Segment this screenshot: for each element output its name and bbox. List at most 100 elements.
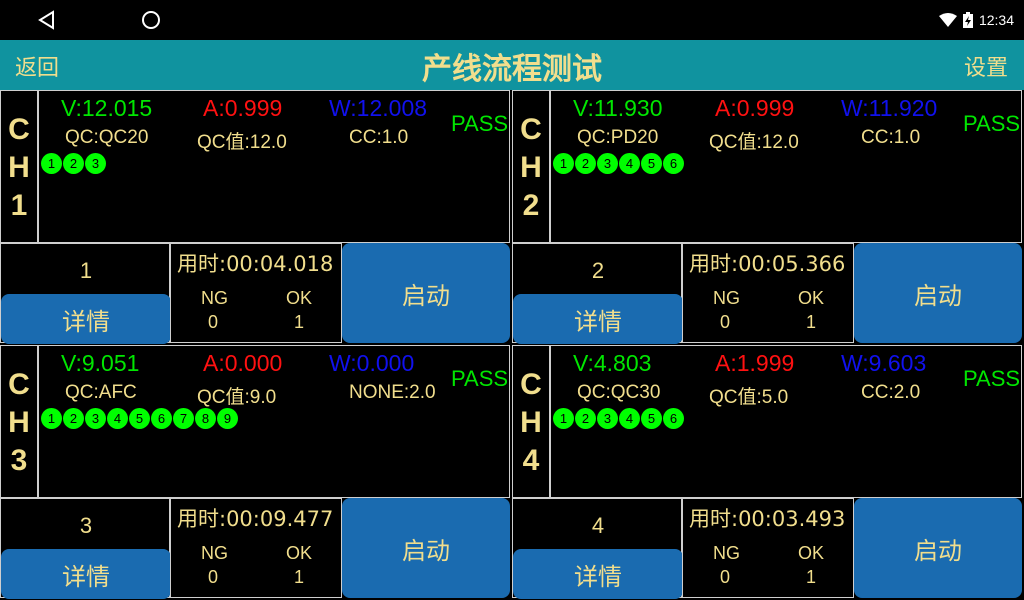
channel-label: CH 4 bbox=[513, 346, 551, 499]
home-nav-icon[interactable] bbox=[141, 10, 161, 30]
channel-label-char: C bbox=[8, 367, 30, 401]
channel-label-char: 3 bbox=[10, 443, 28, 477]
ok-count: 1 bbox=[294, 567, 305, 587]
channel-label-char: C bbox=[520, 112, 542, 146]
channel-label-char: 1 bbox=[10, 188, 28, 222]
channel-panel-4: CH 4 V:4.803 A:1.999 W:9.603 QC:QC30 QC值:… bbox=[512, 345, 1024, 600]
channel-label-char: H bbox=[8, 150, 30, 184]
ok-label: OK bbox=[798, 543, 825, 563]
battery-charging-icon bbox=[962, 12, 973, 28]
ng-label: NG bbox=[201, 288, 228, 308]
power-value: W:12.008 bbox=[329, 95, 428, 121]
step-indicators: 123456 bbox=[553, 153, 684, 174]
channel-controls: 1 详情 用时:00:04.018 NG 0 OK 1 启动 bbox=[0, 243, 512, 345]
ok-label: OK bbox=[286, 288, 313, 308]
step-indicator: 2 bbox=[63, 408, 84, 429]
step-indicator: 1 bbox=[41, 153, 62, 174]
channel-index: 2 bbox=[591, 258, 605, 283]
wifi-icon bbox=[938, 13, 957, 27]
details-button[interactable]: 详情 bbox=[513, 294, 683, 344]
result-status: PASS bbox=[451, 366, 509, 391]
step-indicator: 4 bbox=[107, 408, 128, 429]
settings-button[interactable]: 设置 bbox=[964, 50, 1008, 82]
channel-label-char: H bbox=[520, 405, 542, 439]
voltage-value: V:4.803 bbox=[573, 350, 652, 376]
qc-value: QC值:12.0 bbox=[197, 132, 287, 153]
step-indicator: 4 bbox=[619, 408, 640, 429]
qc-value: QC值:12.0 bbox=[709, 132, 799, 153]
system-status-bar: 12:34 bbox=[0, 0, 1024, 40]
result-status: PASS bbox=[963, 111, 1021, 136]
voltage-value: V:11.930 bbox=[573, 95, 663, 121]
current-value: A:0.999 bbox=[715, 95, 795, 121]
step-indicator: 5 bbox=[641, 153, 662, 174]
step-indicator: 5 bbox=[641, 408, 662, 429]
cc-value: NONE:2.0 bbox=[349, 382, 436, 403]
details-button[interactable]: 详情 bbox=[1, 549, 171, 599]
voltage-value: V:9.051 bbox=[61, 350, 140, 376]
step-indicator: 3 bbox=[597, 408, 618, 429]
channel-label-char: C bbox=[8, 112, 30, 146]
step-indicator: 2 bbox=[575, 153, 596, 174]
step-indicator: 2 bbox=[63, 153, 84, 174]
test-stats: 用时:00:03.493 NG 0 OK 1 bbox=[682, 498, 854, 598]
ng-label: NG bbox=[713, 543, 740, 563]
channel-label: CH 3 bbox=[1, 346, 39, 499]
channel-readings: CH 4 V:4.803 A:1.999 W:9.603 QC:QC30 QC值:… bbox=[512, 345, 1022, 499]
channel-label: CH 1 bbox=[1, 91, 39, 244]
step-indicators: 123456789 bbox=[41, 408, 238, 429]
result-status: PASS bbox=[451, 111, 509, 136]
step-indicators: 123456 bbox=[553, 408, 684, 429]
elapsed-time: 用时:00:03.493 bbox=[689, 507, 846, 531]
current-value: A:1.999 bbox=[715, 350, 795, 376]
step-indicator: 3 bbox=[85, 408, 106, 429]
cc-value: CC:2.0 bbox=[861, 382, 921, 403]
channel-label-char: H bbox=[8, 405, 30, 439]
power-value: W:11.920 bbox=[841, 95, 938, 121]
page-title: 产线流程测试 bbox=[422, 52, 602, 87]
current-value: A:0.999 bbox=[203, 95, 283, 121]
power-value: W:9.603 bbox=[841, 350, 927, 376]
elapsed-time: 用时:00:05.366 bbox=[689, 252, 846, 276]
ok-label: OK bbox=[286, 543, 313, 563]
channel-panel-3: CH 3 V:9.051 A:0.000 W:0.000 QC:AFC QC值:9… bbox=[0, 345, 512, 600]
back-nav-icon[interactable] bbox=[36, 9, 58, 31]
channel-index: 3 bbox=[79, 513, 93, 538]
ng-count: 0 bbox=[720, 567, 731, 587]
channel-readings: CH 3 V:9.051 A:0.000 W:0.000 QC:AFC QC值:9… bbox=[0, 345, 510, 499]
step-indicator: 6 bbox=[151, 408, 172, 429]
channel-label-char: H bbox=[520, 150, 542, 184]
channel-panel-2: CH 2 V:11.930 A:0.999 W:11.920 QC:PD20 QC… bbox=[512, 90, 1024, 345]
elapsed-time: 用时:00:09.477 bbox=[177, 507, 334, 531]
start-button[interactable]: 启动 bbox=[342, 498, 510, 598]
step-indicator: 5 bbox=[129, 408, 150, 429]
channel-index-cell: 4 详情 bbox=[512, 498, 683, 599]
start-button[interactable]: 启动 bbox=[854, 498, 1022, 598]
step-indicator: 6 bbox=[663, 408, 684, 429]
ok-count: 1 bbox=[806, 312, 817, 332]
details-button[interactable]: 详情 bbox=[1, 294, 171, 344]
step-indicator: 7 bbox=[173, 408, 194, 429]
current-value: A:0.000 bbox=[203, 350, 283, 376]
channel-index-cell: 2 详情 bbox=[512, 243, 683, 344]
result-status: PASS bbox=[963, 366, 1021, 391]
channel-controls: 4 详情 用时:00:03.493 NG 0 OK 1 启动 bbox=[512, 498, 1024, 600]
step-indicator: 2 bbox=[575, 408, 596, 429]
ng-label: NG bbox=[713, 288, 740, 308]
status-indicators: 12:34 bbox=[938, 10, 1014, 30]
ok-count: 1 bbox=[294, 312, 305, 332]
details-button[interactable]: 详情 bbox=[513, 549, 683, 599]
qc-protocol: QC:AFC bbox=[65, 382, 137, 403]
cc-value: CC:1.0 bbox=[349, 127, 409, 148]
step-indicator: 3 bbox=[597, 153, 618, 174]
start-button[interactable]: 启动 bbox=[854, 243, 1022, 343]
step-indicator: 6 bbox=[663, 153, 684, 174]
qc-value: QC值:5.0 bbox=[709, 387, 789, 408]
channel-index: 1 bbox=[79, 258, 93, 283]
step-indicator: 4 bbox=[619, 153, 640, 174]
channel-index: 4 bbox=[591, 513, 605, 538]
start-button[interactable]: 启动 bbox=[342, 243, 510, 343]
qc-protocol: QC:QC20 bbox=[65, 127, 149, 148]
ng-label: NG bbox=[201, 543, 228, 563]
channel-label-char: C bbox=[520, 367, 542, 401]
